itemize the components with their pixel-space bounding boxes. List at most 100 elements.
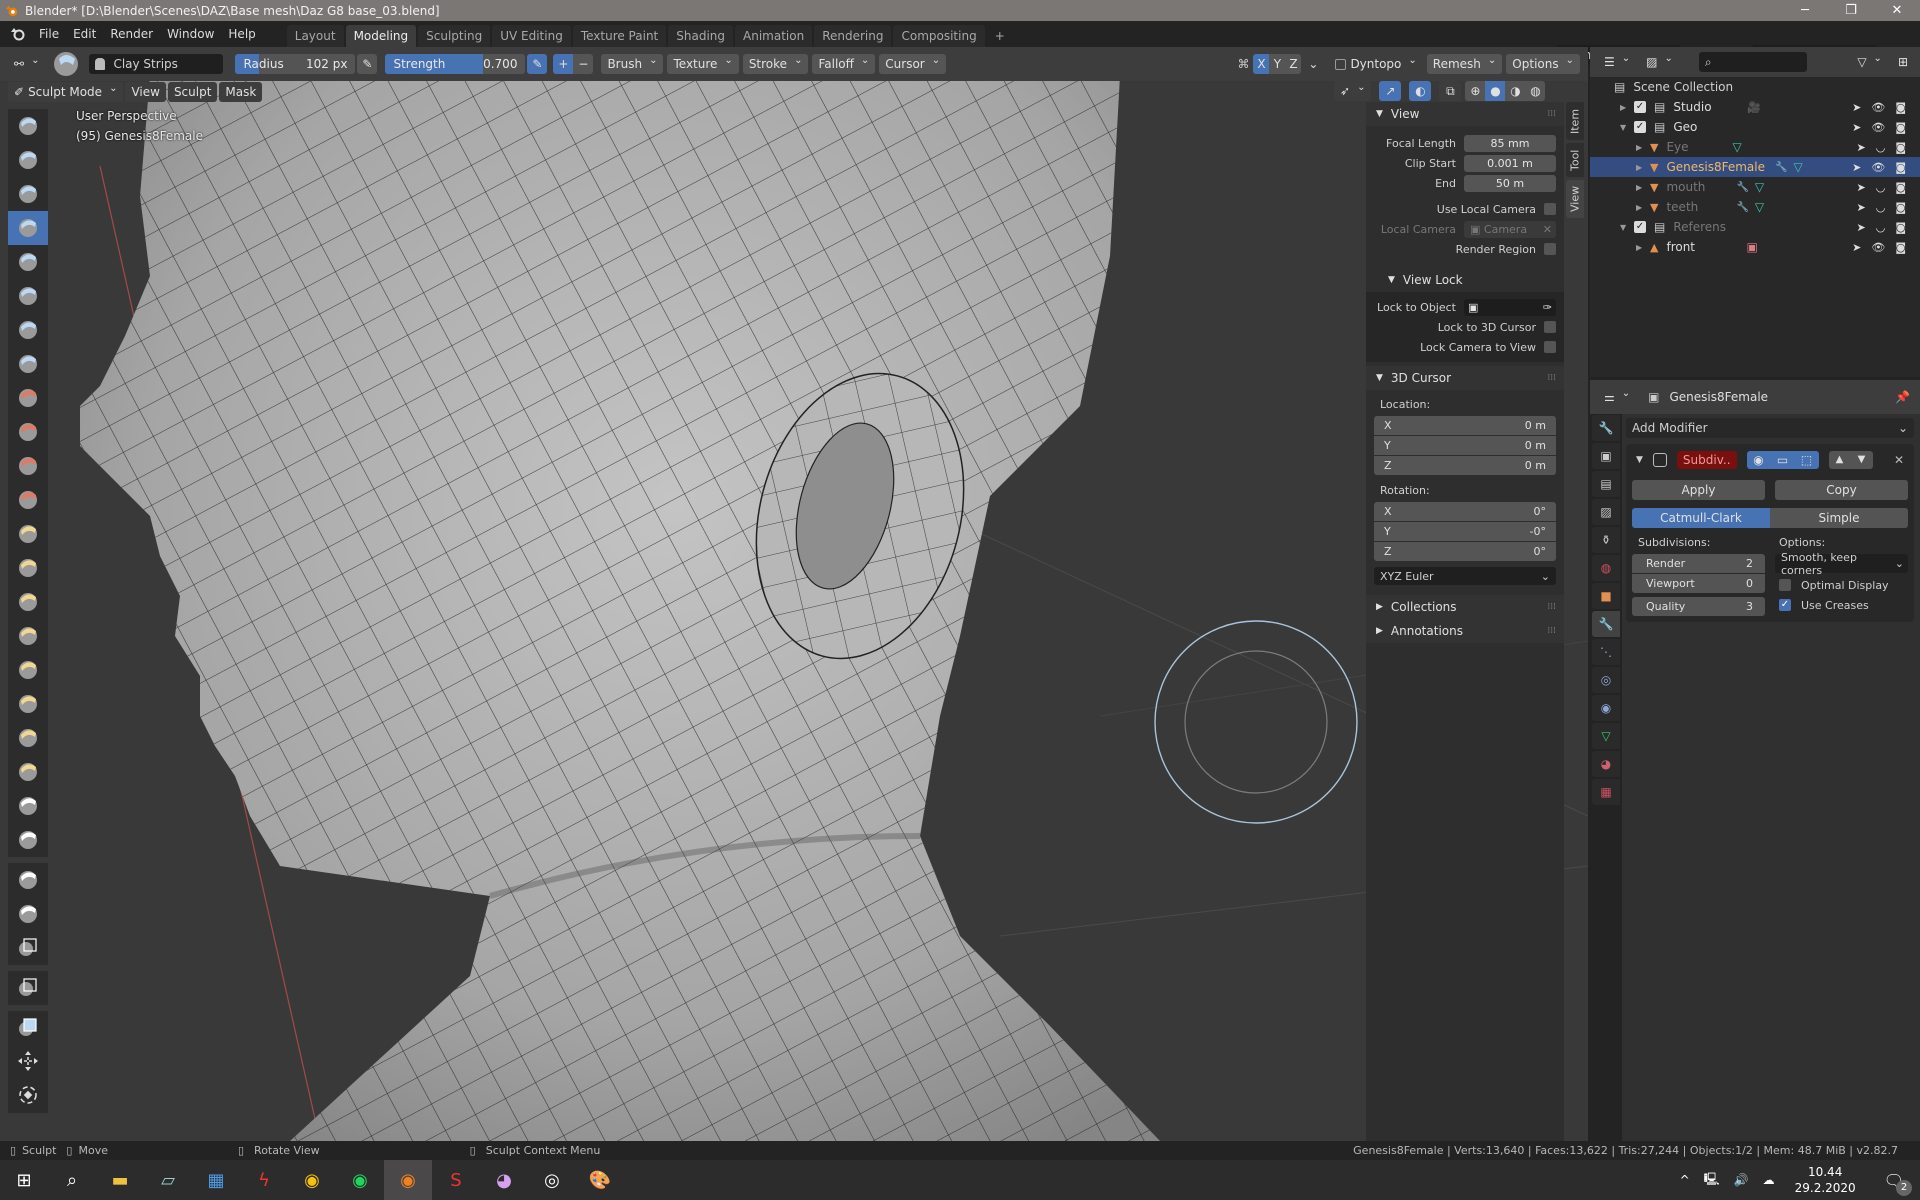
clip-start-field[interactable]: 0.001 m	[1464, 154, 1556, 172]
view-lock-header[interactable]: ▼ View Lock	[1366, 268, 1564, 292]
simple-option[interactable]: Simple	[1770, 508, 1908, 528]
add-modifier-dropdown[interactable]: Add Modifier ⌄	[1626, 418, 1914, 438]
properties-tab-object[interactable]: ■	[1592, 583, 1620, 609]
render-camera-icon[interactable]: ◙	[1895, 181, 1906, 194]
pin-icon[interactable]: 📌	[1895, 390, 1910, 404]
eyedropper-icon[interactable]: ✑	[1543, 299, 1552, 316]
tool-nudge[interactable]	[8, 721, 48, 755]
menu-edit[interactable]: Edit	[66, 21, 103, 47]
outliner-row-geo[interactable]: ▼ ✓ ▤ Geo ➤ 👁 ◙	[1590, 117, 1920, 137]
render-camera-icon[interactable]: ◙	[1895, 161, 1906, 174]
properties-tab-texture[interactable]: ▦	[1592, 779, 1620, 805]
outliner-row-teeth[interactable]: ▶ ▼ teeth 🔧 ▽ ➤ ◡ ◙	[1590, 197, 1920, 217]
brush-selector[interactable]: Clay Strips	[89, 54, 224, 74]
show-viewport-toggle[interactable]: ▭	[1770, 451, 1795, 469]
disclosure-triangle-icon[interactable]: ▼	[1620, 223, 1634, 232]
tool-crease[interactable]	[8, 347, 48, 381]
disclosure-triangle-icon[interactable]: ▶	[1636, 243, 1650, 252]
cursor-rotation-z-field[interactable]: Z 0°	[1374, 542, 1556, 561]
tool-move[interactable]	[8, 1045, 48, 1079]
taskbar-app-file-explorer[interactable]: ▬	[96, 1160, 144, 1200]
hidden-eye-icon[interactable]: ◡	[1876, 221, 1886, 234]
clip-end-field[interactable]: 50 m	[1464, 174, 1556, 192]
sidebar-tab-item[interactable]: Item	[1566, 102, 1584, 140]
render-camera-icon[interactable]: ◙	[1895, 221, 1906, 234]
tool-elastic-deform[interactable]	[8, 585, 48, 619]
lock-cursor-checkbox[interactable]	[1544, 321, 1556, 333]
strength-pressure-toggle[interactable]: ✎	[527, 54, 548, 74]
taskbar-app-flashpoint[interactable]: ϟ	[240, 1160, 288, 1200]
tool-snake-hook[interactable]	[8, 619, 48, 653]
taskbar-app-outlook[interactable]: ▦	[192, 1160, 240, 1200]
remove-modifier-icon[interactable]: ✕	[1894, 453, 1904, 467]
tool-box-mask[interactable]	[8, 897, 48, 931]
outliner-row-eye[interactable]: ▶ ▼ Eye ▽ ➤ ◡ ◙	[1590, 137, 1920, 157]
taskbar-app-spotify[interactable]: ◉	[336, 1160, 384, 1200]
clear-icon[interactable]: ✕	[1543, 221, 1552, 238]
disclosure-triangle-icon[interactable]: ▶	[1636, 163, 1650, 172]
volume-icon[interactable]: 🔊	[1734, 1173, 1749, 1187]
disclosure-triangle-icon[interactable]: ▶	[1636, 143, 1650, 152]
tool-fill[interactable]	[8, 449, 48, 483]
tab-sculpting[interactable]: Sculpting	[418, 25, 491, 47]
tool-settings-dropdown[interactable]: ⚯	[8, 54, 46, 74]
direction-add-button[interactable]: +	[553, 54, 574, 74]
properties-tab-modifiers[interactable]: 🔧	[1592, 611, 1620, 637]
tool-scrape[interactable]	[8, 483, 48, 517]
outliner-scene-collection[interactable]: ▤ Scene Collection	[1590, 77, 1920, 97]
use-local-camera-checkbox[interactable]	[1544, 203, 1556, 215]
tool-layer[interactable]	[8, 245, 48, 279]
show-hidden-icons[interactable]: ^	[1680, 1173, 1690, 1187]
stroke-dropdown[interactable]: Stroke	[742, 54, 809, 74]
menu-window[interactable]: Window	[160, 21, 221, 47]
tab-animation[interactable]: Animation	[735, 25, 813, 47]
onedrive-icon[interactable]: ☁	[1763, 1173, 1775, 1187]
taskbar-app-substance[interactable]: S	[432, 1160, 480, 1200]
render-camera-icon[interactable]: ◙	[1895, 241, 1906, 254]
tool-draw[interactable]	[8, 109, 48, 143]
options-dropdown[interactable]: Options	[1506, 54, 1580, 74]
drag-handle-icon[interactable]: ⁞⁞⁞	[1547, 626, 1556, 636]
hidden-eye-icon[interactable]: ◡	[1876, 141, 1886, 154]
lock-object-field[interactable]: ▣ ✑	[1464, 298, 1556, 316]
tab-shading[interactable]: Shading	[668, 25, 733, 47]
selectable-icon[interactable]: ➤	[1852, 241, 1861, 254]
render-region-checkbox[interactable]	[1544, 243, 1556, 255]
tool-inflate[interactable]	[8, 279, 48, 313]
clock[interactable]: 10.44 29.2.2020	[1795, 1164, 1856, 1196]
disclosure-triangle-icon[interactable]: ▼	[1620, 123, 1634, 132]
tool-thumb[interactable]	[8, 653, 48, 687]
brush-dropdown[interactable]: Brush	[601, 54, 664, 74]
tool-rotate[interactable]	[8, 755, 48, 789]
radius-slider[interactable]: Radius 102 px	[235, 54, 356, 74]
taskbar-app-notepad[interactable]: ▱	[144, 1160, 192, 1200]
selectable-icon[interactable]: ➤	[1856, 141, 1865, 154]
editor-type-dropdown[interactable]: ⚌	[1598, 387, 1637, 407]
properties-tab-world[interactable]: ◍	[1592, 555, 1620, 581]
copy-button[interactable]: Copy	[1775, 480, 1908, 500]
uv-smooth-select[interactable]: Smooth, keep corners ⌄	[1775, 551, 1908, 577]
taskbar-app-search[interactable]: ⌕	[48, 1160, 96, 1200]
drag-handle-icon[interactable]: ⁞⁞⁞	[1547, 602, 1556, 612]
symmetry-z-toggle[interactable]: Z	[1285, 54, 1302, 74]
strength-slider[interactable]: Strength 0.700	[385, 54, 526, 74]
tool-box-hide[interactable]	[8, 971, 48, 1005]
new-collection-button[interactable]: ⊞	[1891, 52, 1914, 72]
tool-slide-relax[interactable]	[8, 789, 48, 823]
symmetry-y-toggle[interactable]: Y	[1269, 54, 1286, 74]
tool-grab[interactable]	[8, 551, 48, 585]
menu-file[interactable]: File	[32, 21, 66, 47]
properties-tab-object-data[interactable]: ▽	[1592, 723, 1620, 749]
quality-field[interactable]: Quality 3	[1632, 597, 1765, 616]
outliner-row-front[interactable]: ▶ ▲ front ▣ ➤ 👁 ◙	[1590, 237, 1920, 257]
properties-tab-particles[interactable]: ⋱	[1592, 639, 1620, 665]
render-levels-field[interactable]: Render 2	[1632, 554, 1765, 573]
properties-tab-constraints[interactable]: ◉	[1592, 695, 1620, 721]
drag-handle-icon[interactable]: ⁞⁞⁞	[1547, 109, 1556, 119]
symmetry-options-dropdown[interactable]: ⌄	[1305, 54, 1322, 74]
tool-simplify[interactable]	[8, 823, 48, 857]
selectable-icon[interactable]: ➤	[1852, 121, 1861, 134]
properties-tab-render[interactable]: ▣	[1592, 443, 1620, 469]
tool-pose[interactable]	[8, 687, 48, 721]
outliner-row-studio[interactable]: ▶ ✓ ▤ Studio 🎥 ➤ 👁 ◙	[1590, 97, 1920, 117]
